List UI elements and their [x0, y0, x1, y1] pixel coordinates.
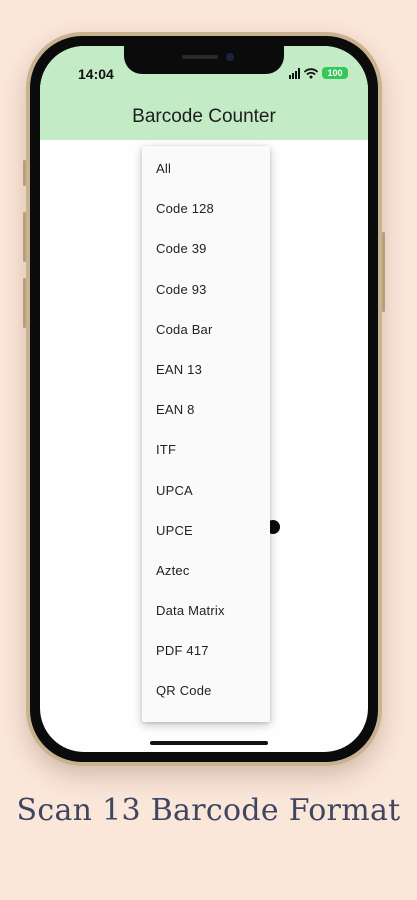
- dropdown-item-aztec[interactable]: Aztec: [142, 551, 270, 591]
- dropdown-item-code-93[interactable]: Code 93: [142, 270, 270, 310]
- mute-switch: [23, 160, 26, 186]
- battery-icon: 100: [322, 67, 348, 79]
- volume-up-button: [23, 212, 26, 262]
- app-title: Barcode Counter: [132, 106, 276, 127]
- home-indicator[interactable]: [150, 741, 268, 745]
- dropdown-item-coda-bar[interactable]: Coda Bar: [142, 310, 270, 350]
- dropdown-item-code-128[interactable]: Code 128: [142, 189, 270, 229]
- dropdown-item-all[interactable]: All: [142, 149, 270, 189]
- dropdown-item-upce[interactable]: UPCE: [142, 511, 270, 551]
- status-icons: 100: [289, 66, 348, 80]
- notch: [124, 46, 284, 74]
- phone-frame: 14:04 100 Barcode Counter All Code 128 C…: [23, 32, 385, 766]
- power-button: [382, 232, 385, 312]
- barcode-format-dropdown-menu: All Code 128 Code 39 Code 93 Coda Bar EA…: [142, 146, 270, 722]
- dropdown-item-itf[interactable]: ITF: [142, 430, 270, 470]
- dropdown-item-pdf-417[interactable]: PDF 417: [142, 631, 270, 671]
- dropdown-item-data-matrix[interactable]: Data Matrix: [142, 591, 270, 631]
- speaker-grille: [182, 55, 218, 59]
- cellular-signal-icon: [289, 67, 300, 79]
- dropdown-item-ean-13[interactable]: EAN 13: [142, 350, 270, 390]
- front-camera: [226, 53, 234, 61]
- status-time: 14:04: [78, 66, 114, 82]
- promo-caption: Scan 13 Barcode Format: [16, 793, 401, 828]
- volume-down-button: [23, 278, 26, 328]
- app-bar: 14:04 100 Barcode Counter: [40, 46, 368, 140]
- dropdown-item-qr-code[interactable]: QR Code: [142, 671, 270, 711]
- phone-bezel: 14:04 100 Barcode Counter All Code 128 C…: [30, 36, 378, 762]
- phone-screen: 14:04 100 Barcode Counter All Code 128 C…: [40, 46, 368, 752]
- dropdown-item-ean-8[interactable]: EAN 8: [142, 390, 270, 430]
- wifi-icon: [304, 68, 318, 79]
- dropdown-item-upca[interactable]: UPCA: [142, 471, 270, 511]
- dropdown-item-code-39[interactable]: Code 39: [142, 229, 270, 269]
